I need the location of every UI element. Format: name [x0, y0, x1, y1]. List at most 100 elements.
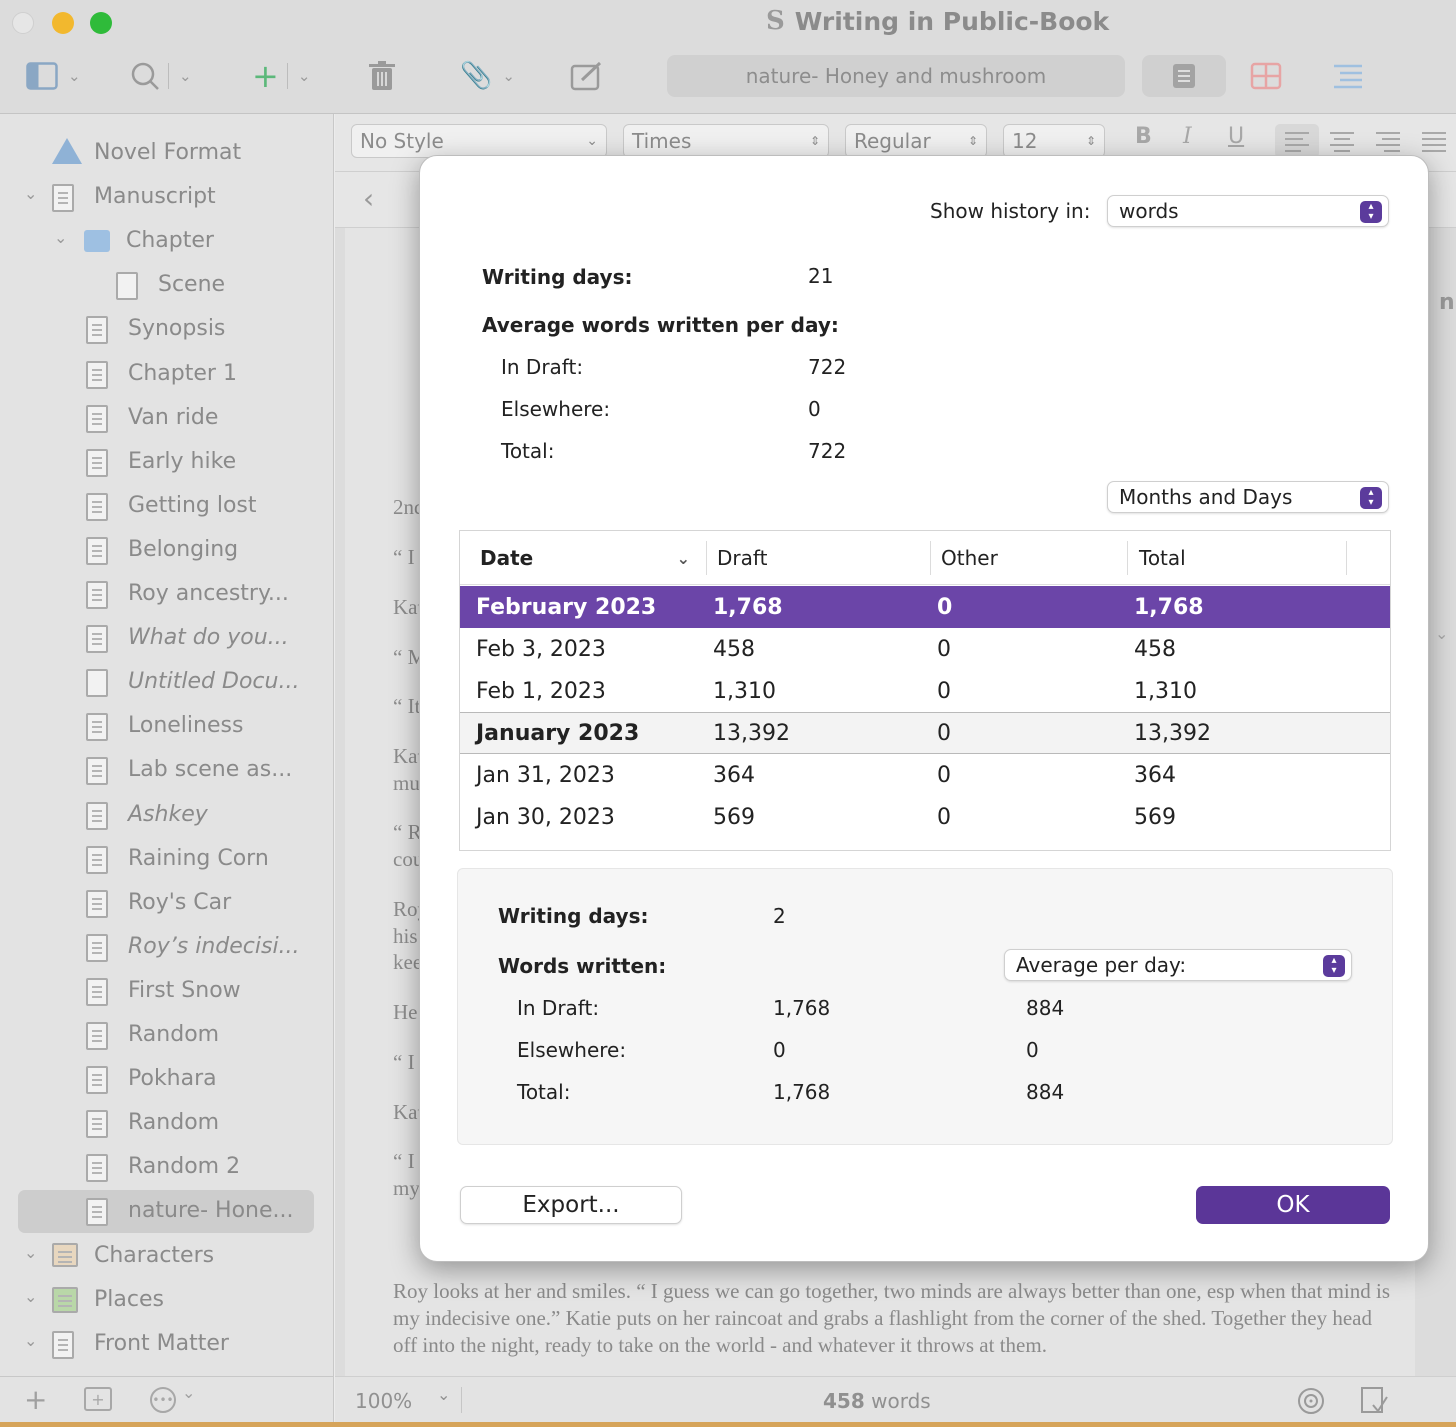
more-options-icon[interactable]: ••• — [150, 1387, 176, 1413]
compose-button[interactable] — [570, 56, 604, 96]
binder-item[interactable]: Untitled Docu... — [0, 663, 334, 703]
binder-item[interactable]: ⌄ Chapter — [0, 222, 334, 262]
binder-item[interactable]: First Snow — [0, 972, 334, 1012]
table-row[interactable]: February 2023 1,768 0 1,768 — [460, 586, 1390, 628]
checkmark-document-icon[interactable] — [1359, 1385, 1389, 1415]
chevron-down-icon[interactable]: ⌄ — [1435, 624, 1448, 643]
summary-total-value: 1,768 — [773, 1080, 831, 1104]
toolbar-divider — [168, 63, 169, 89]
underline-button[interactable]: U — [1228, 124, 1244, 149]
text-page-icon — [86, 1154, 108, 1183]
binder-item[interactable]: Scene — [0, 266, 334, 306]
binder-item[interactable]: Pokhara — [0, 1060, 334, 1100]
style-select[interactable]: No Style ⌄ — [351, 124, 607, 158]
binder-item[interactable]: Random — [0, 1016, 334, 1056]
binder-item[interactable]: ⌄ Characters — [0, 1237, 334, 1277]
binder-item[interactable]: Loneliness — [0, 707, 334, 747]
chevron-down-icon: ⌄ — [182, 1383, 196, 1402]
binder-item[interactable]: Novel Format — [0, 134, 334, 174]
elsewhere-value: 0 — [808, 397, 821, 421]
text-page-icon — [86, 933, 108, 962]
table-row[interactable]: Feb 3, 2023 458 0 458 — [460, 628, 1390, 670]
binder-item[interactable]: Lab scene as... — [0, 751, 334, 791]
ok-button[interactable]: OK — [1196, 1186, 1390, 1224]
bold-button[interactable]: B — [1135, 124, 1152, 149]
binder-item[interactable]: ⌄ Manuscript — [0, 178, 334, 218]
binder-item[interactable]: Roy's Car — [0, 884, 334, 924]
show-history-label: Show history in: — [930, 199, 1091, 223]
binder-item[interactable]: Roy’s indecisi... — [0, 928, 334, 968]
disclosure-chevron-icon[interactable]: ⌄ — [54, 228, 67, 247]
show-history-select[interactable]: words ▴ ▾ — [1107, 195, 1389, 227]
grouping-select[interactable]: Months and Days ▴ ▾ — [1107, 481, 1389, 513]
binder-item[interactable]: Synopsis — [0, 310, 334, 350]
justify-icon[interactable] — [1417, 124, 1451, 158]
zoom-window-button[interactable] — [90, 12, 112, 34]
binder-item-label: Chapter — [126, 228, 214, 254]
size-select[interactable]: 12 ⇕ — [1003, 124, 1105, 158]
other-column-header[interactable]: Other — [941, 531, 998, 585]
scrivener-document-icon: S — [766, 6, 785, 36]
corkboard-view-button[interactable] — [1236, 55, 1296, 97]
binder-item[interactable]: ⌄ Places — [0, 1281, 334, 1321]
add-button[interactable]: + ⌄ — [252, 56, 310, 96]
binder-item[interactable]: Random — [0, 1104, 334, 1144]
align-center-icon[interactable] — [1325, 124, 1359, 158]
add-folder-icon[interactable]: + — [84, 1387, 112, 1411]
document-view-button[interactable] — [1142, 55, 1226, 97]
chevron-down-icon[interactable]: ⌄ — [437, 1385, 450, 1404]
in-draft-value: 722 — [808, 355, 847, 379]
binder-item[interactable]: nature- Hone... — [0, 1192, 334, 1232]
weight-select[interactable]: Regular ⇕ — [845, 124, 987, 158]
draft-column-header[interactable]: Draft — [717, 531, 767, 585]
binder-item[interactable]: Chapter 1 — [0, 355, 334, 395]
target-icon[interactable] — [1297, 1387, 1325, 1415]
summary-elsewhere-average: 0 — [1026, 1038, 1039, 1062]
binder-item[interactable]: Early hike — [0, 443, 334, 483]
binder-item[interactable]: Van ride — [0, 399, 334, 439]
binder-item[interactable]: Belonging — [0, 531, 334, 571]
search-button[interactable]: ⌄ — [130, 56, 192, 96]
table-group-row[interactable]: January 2023 13,392 0 13,392 — [460, 712, 1390, 754]
binder-item[interactable]: Random 2 — [0, 1148, 334, 1188]
binder-item[interactable]: ⌄ Front Matter — [0, 1325, 334, 1365]
trash-button[interactable] — [368, 56, 396, 96]
disclosure-chevron-icon[interactable]: ⌄ — [24, 1287, 37, 1306]
export-button[interactable]: Export... — [460, 1186, 682, 1224]
font-select[interactable]: Times ⇕ — [623, 124, 829, 158]
blank-page-icon — [116, 272, 138, 301]
binder-item[interactable]: Ashkey — [0, 796, 334, 836]
align-left-button[interactable] — [1275, 124, 1319, 158]
zoom-level[interactable]: 100% — [355, 1389, 412, 1413]
text-page-icon — [86, 316, 108, 345]
title-bar: S Writing in Public-Book ⌄ ⌄ + ⌄ 📎 ⌄ nat… — [0, 0, 1456, 114]
disclosure-chevron-icon[interactable]: ⌄ — [24, 1331, 37, 1350]
draft-cell: 1,768 — [713, 594, 783, 620]
table-row[interactable]: Jan 30, 2023 569 0 569 — [460, 796, 1390, 838]
binder-item-label: Synopsis — [128, 316, 226, 342]
total-cell: 569 — [1134, 804, 1176, 830]
binder-item[interactable]: What do you... — [0, 619, 334, 659]
back-arrow-icon[interactable]: ‹ — [363, 182, 374, 215]
disclosure-chevron-icon[interactable]: ⌄ — [24, 1243, 37, 1262]
table-row[interactable]: Feb 1, 2023 1,310 0 1,310 — [460, 670, 1390, 712]
document-title-field[interactable]: nature- Honey and mushroom — [667, 55, 1125, 97]
minimize-window-button[interactable] — [52, 12, 74, 34]
italic-button[interactable]: I — [1183, 124, 1192, 149]
attachment-button[interactable]: 📎 ⌄ — [460, 56, 515, 96]
table-row[interactable]: Jan 31, 2023 364 0 364 — [460, 754, 1390, 796]
total-column-header[interactable]: Total — [1139, 531, 1186, 585]
date-column-header[interactable]: Date ⌄ — [480, 531, 690, 585]
align-left-icon — [1285, 132, 1309, 152]
binder-item[interactable]: Raining Corn — [0, 840, 334, 880]
outline-view-button[interactable] — [1318, 55, 1378, 97]
binder-item[interactable]: Getting lost — [0, 487, 334, 527]
align-right-icon[interactable] — [1371, 124, 1405, 158]
writing-days-value: 21 — [808, 264, 834, 288]
sidebar-toggle-button[interactable]: ⌄ — [26, 56, 81, 96]
add-icon[interactable]: + — [24, 1383, 47, 1416]
summary-mode-select[interactable]: Average per day: ▴ ▾ — [1004, 949, 1352, 981]
disclosure-chevron-icon[interactable]: ⌄ — [24, 184, 37, 203]
close-window-button[interactable] — [12, 12, 34, 34]
binder-item[interactable]: Roy ancestry... — [0, 575, 334, 615]
